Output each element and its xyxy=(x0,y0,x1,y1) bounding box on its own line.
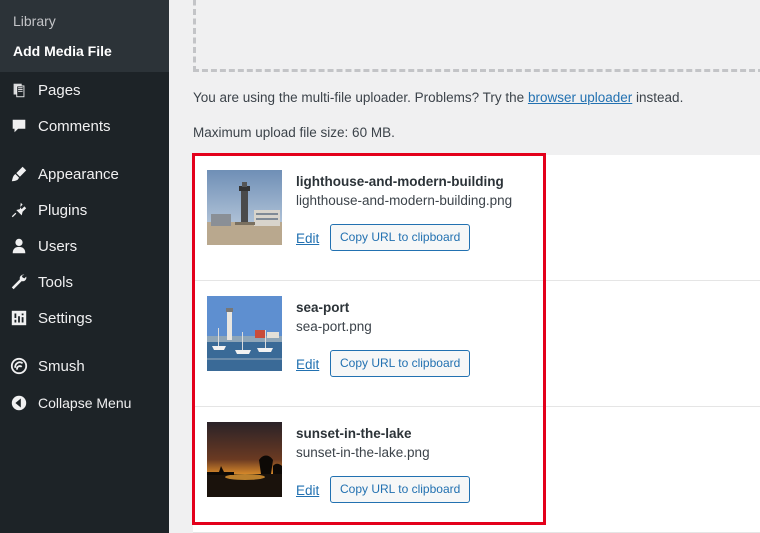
media-filename: sunset-in-the-lake.png xyxy=(296,445,430,460)
submenu-library[interactable]: Library xyxy=(0,12,169,30)
media-title: lighthouse-and-modern-building xyxy=(296,174,504,189)
media-title: sunset-in-the-lake xyxy=(296,426,412,441)
plugins-icon xyxy=(9,200,29,220)
uploader-note-prefix: You are using the multi-file uploader. P… xyxy=(193,90,525,105)
media-item: sunset-in-the-lake sunset-in-the-lake.pn… xyxy=(193,407,760,533)
collapse-icon xyxy=(9,393,29,413)
sidebar-item-appearance[interactable]: Appearance xyxy=(0,159,169,189)
media-filename: sea-port.png xyxy=(296,319,372,334)
uploader-note: You are using the multi-file uploader. P… xyxy=(193,90,683,105)
sidebar-item-users[interactable]: Users xyxy=(0,231,169,261)
appearance-icon xyxy=(9,164,29,184)
sidebar-item-label: Smush xyxy=(38,357,85,375)
sidebar-item-label: Settings xyxy=(38,309,93,327)
comments-icon xyxy=(9,116,29,136)
collapse-menu-button[interactable]: Collapse Menu xyxy=(0,388,169,418)
media-thumbnail xyxy=(207,296,282,371)
settings-icon xyxy=(9,308,29,328)
sidebar-item-settings[interactable]: Settings xyxy=(0,303,169,333)
sidebar-item-label: Appearance xyxy=(38,165,119,183)
edit-link[interactable]: Edit xyxy=(296,357,319,372)
edit-link[interactable]: Edit xyxy=(296,231,319,246)
lighthouse-thumbnail-image xyxy=(207,170,282,245)
media-submenu: Library Add Media File xyxy=(0,0,169,72)
sidebar-item-label: Pages xyxy=(38,81,81,99)
media-items-list: lighthouse-and-modern-building lighthous… xyxy=(193,155,760,533)
media-filename: lighthouse-and-modern-building.png xyxy=(296,193,513,208)
sunset-thumbnail-image xyxy=(207,422,282,497)
users-icon xyxy=(9,236,29,256)
media-thumbnail xyxy=(207,422,282,497)
pages-icon xyxy=(9,80,29,100)
media-title: sea-port xyxy=(296,300,350,315)
media-thumbnail xyxy=(207,170,282,245)
upload-drop-zone[interactable] xyxy=(193,0,760,72)
sea-port-thumbnail-image xyxy=(207,296,282,371)
sidebar-item-label: Tools xyxy=(38,273,74,291)
sidebar-item-label: Comments xyxy=(38,117,111,135)
submenu-add-media-file[interactable]: Add Media File xyxy=(0,42,169,60)
sidebar-item-label: Collapse Menu xyxy=(38,395,132,411)
copy-url-button[interactable]: Copy URL to clipboard xyxy=(330,476,471,503)
copy-url-button[interactable]: Copy URL to clipboard xyxy=(330,350,471,377)
max-upload-size: Maximum upload file size: 60 MB. xyxy=(193,125,395,140)
admin-sidebar: Library Add Media File Pages Comments Ap… xyxy=(0,0,169,533)
browser-uploader-link[interactable]: browser uploader xyxy=(528,90,632,105)
sidebar-item-tools[interactable]: Tools xyxy=(0,267,169,297)
edit-link[interactable]: Edit xyxy=(296,483,319,498)
smush-icon xyxy=(9,356,29,376)
sidebar-item-pages[interactable]: Pages xyxy=(0,75,169,105)
uploader-note-suffix: instead. xyxy=(636,90,684,105)
tools-icon xyxy=(9,272,29,292)
main-content: You are using the multi-file uploader. P… xyxy=(169,0,760,533)
sidebar-item-plugins[interactable]: Plugins xyxy=(0,195,169,225)
media-item: sea-port sea-port.png Edit Copy URL to c… xyxy=(193,281,760,407)
sidebar-item-comments[interactable]: Comments xyxy=(0,111,169,141)
copy-url-button[interactable]: Copy URL to clipboard xyxy=(330,224,471,251)
sidebar-item-label: Plugins xyxy=(38,201,88,219)
sidebar-item-label: Users xyxy=(38,237,78,255)
sidebar-item-smush[interactable]: Smush xyxy=(0,351,169,381)
media-item: lighthouse-and-modern-building lighthous… xyxy=(193,155,760,281)
